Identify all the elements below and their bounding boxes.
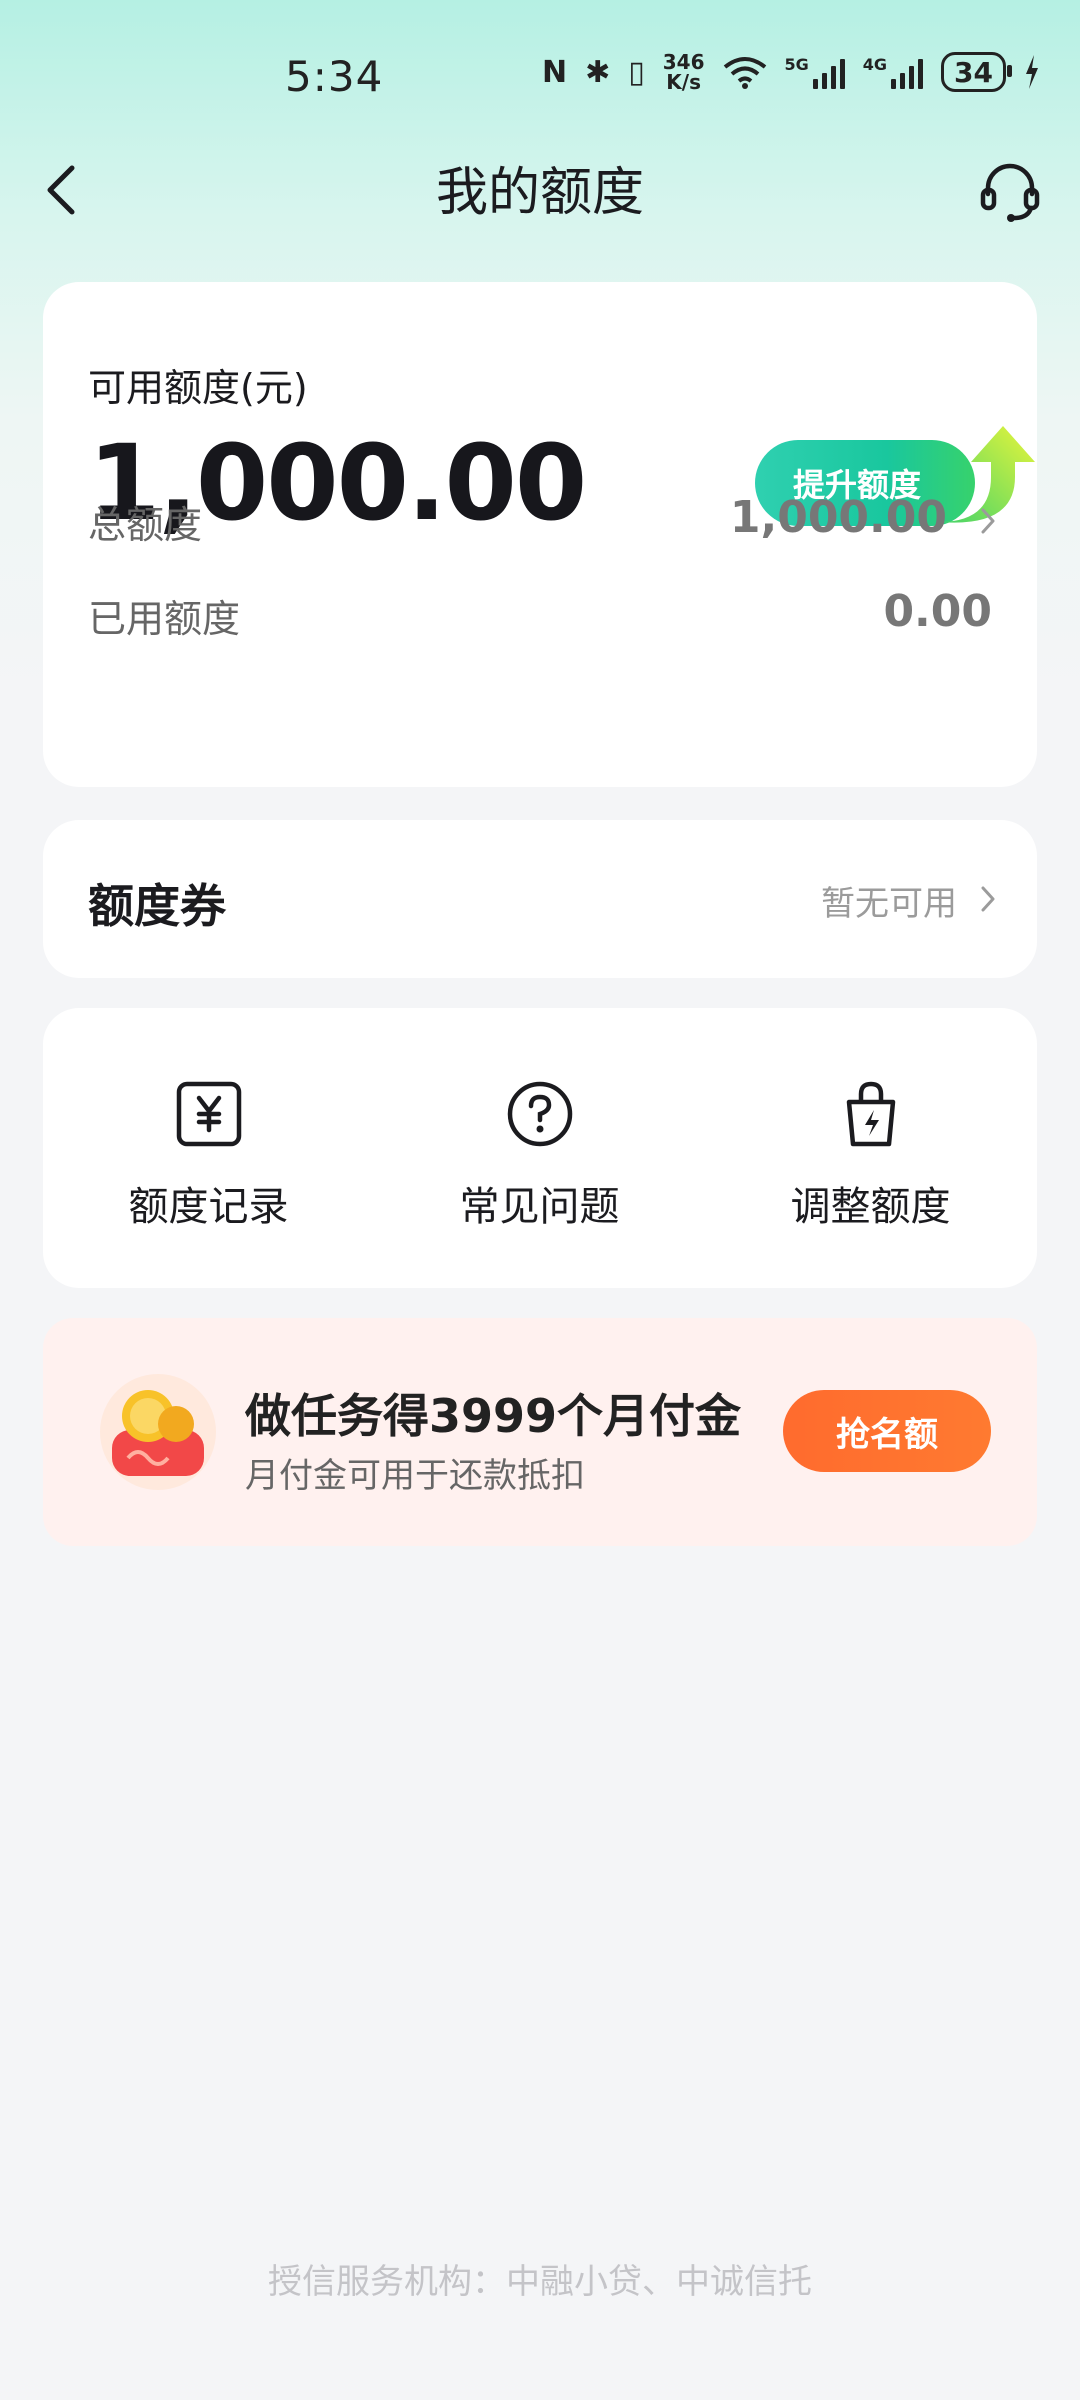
status-icons: N ✱ ▯ 346 K/s 5G 4G 34: [542, 52, 1040, 92]
quota-card: 可用额度(元) 1,000.00 提升额度 总额度 1,000.00 已用额度 …: [43, 282, 1037, 787]
used-quota-value: 0.00: [883, 586, 992, 637]
quick-actions-card: 额度记录 常见问题 调整额度: [43, 1008, 1037, 1288]
page-title: 我的额度: [435, 163, 644, 223]
used-quota-label: 已用额度: [88, 597, 241, 641]
adjust-quota-button[interactable]: 调整额度: [705, 1078, 1036, 1232]
chevron-right-icon[interactable]: [977, 504, 999, 538]
adjust-quota-label: 调整额度: [790, 1184, 951, 1230]
faq-label: 常见问题: [459, 1184, 620, 1230]
wifi-icon: [723, 57, 766, 89]
signal-4g-icon: 4G: [863, 55, 924, 89]
nfc-icon: N: [541, 54, 568, 90]
vibrate-icon: ▯: [628, 54, 645, 90]
quota-record-button[interactable]: 额度记录: [43, 1078, 374, 1232]
bag-lightning-icon: [846, 1081, 895, 1147]
quota-record-label: 额度记录: [128, 1184, 289, 1230]
net-speed: 346 K/s: [662, 50, 705, 94]
promo-subtitle: 月付金可用于还款抵扣: [245, 1456, 585, 1496]
promo-title: 做任务得3999个月付金: [245, 1389, 742, 1443]
quota-coupon-row[interactable]: 额度券 暂无可用: [43, 820, 1037, 978]
credit-institution-footer: 授信服务机构：中融小贷、中诚信托: [268, 2262, 812, 2302]
status-time: 5:34: [285, 52, 384, 101]
battery-icon: 34: [941, 52, 1012, 92]
grab-spot-button[interactable]: 抢名额: [783, 1390, 991, 1472]
charging-icon: [1026, 55, 1038, 89]
gold-coin-wallet-icon: [100, 1374, 216, 1490]
faq-button[interactable]: 常见问题: [374, 1078, 705, 1232]
chevron-right-icon: [981, 886, 995, 912]
customer-service-icon[interactable]: [978, 158, 1042, 224]
quota-coupon-label: 额度券: [88, 879, 226, 933]
quota-coupon-status: 暂无可用: [821, 884, 957, 924]
total-quota-value[interactable]: 1,000.00: [730, 492, 947, 543]
signal-5g-icon: 5G: [785, 55, 845, 89]
total-quota-label: 总额度: [88, 503, 203, 547]
question-icon: [507, 1081, 572, 1147]
available-quota-label: 可用额度(元): [88, 366, 308, 410]
yuan-record-icon: [176, 1081, 241, 1147]
bluetooth-icon: ✱: [585, 54, 611, 90]
promo-banner[interactable]: 做任务得3999个月付金 月付金可用于还款抵扣 抢名额: [43, 1318, 1037, 1546]
